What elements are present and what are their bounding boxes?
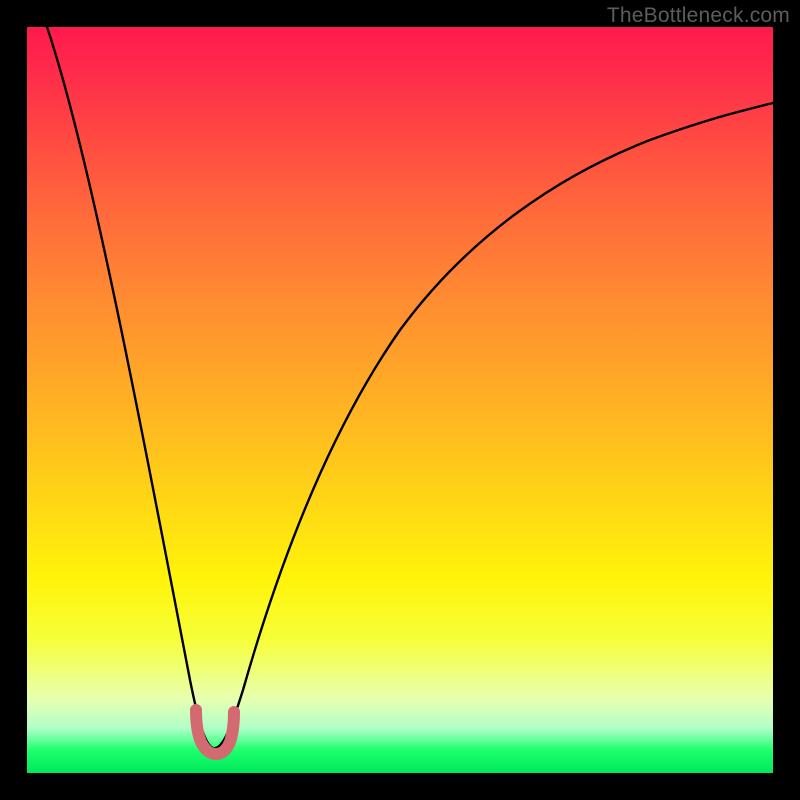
chart-background bbox=[27, 27, 773, 773]
watermark-text: TheBottleneck.com bbox=[607, 4, 790, 28]
